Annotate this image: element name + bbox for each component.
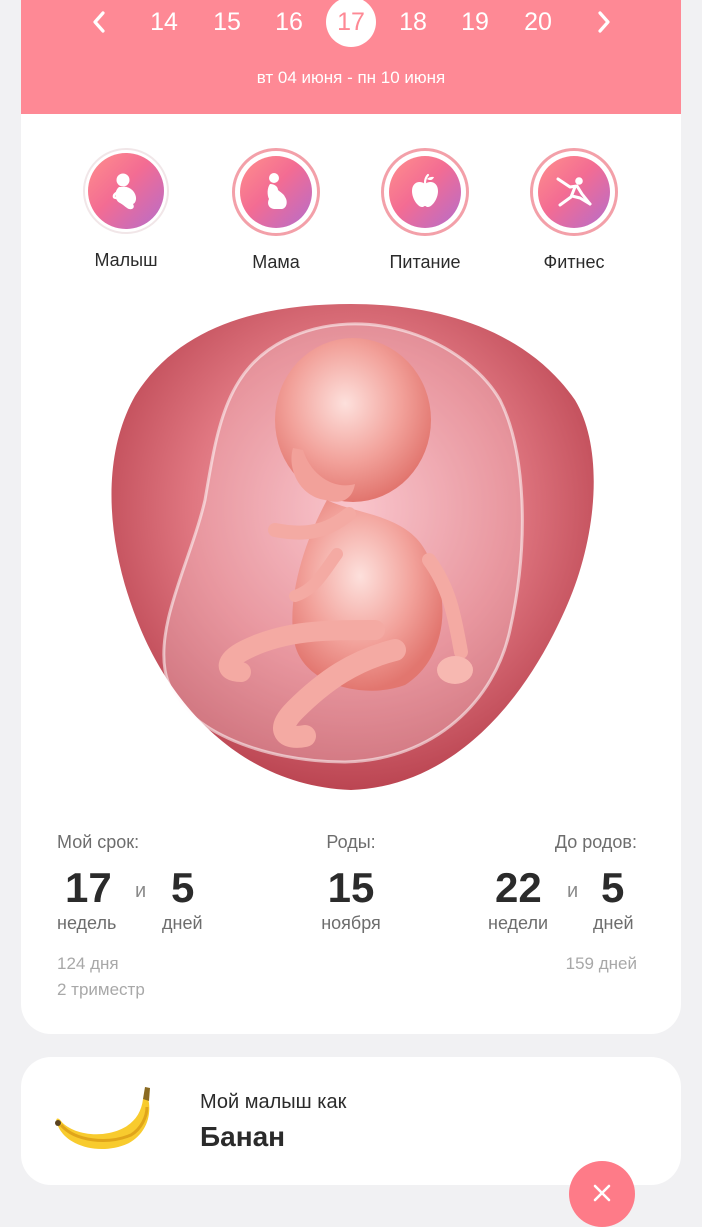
remaining-weeks-unit: недели bbox=[488, 913, 549, 933]
remaining-caption: До родов: bbox=[554, 832, 637, 852]
remaining-days-value: 5 bbox=[601, 864, 625, 911]
remaining-total-days: 159 дней bbox=[565, 954, 637, 973]
fetus-illustration bbox=[111, 304, 594, 790]
week-18[interactable]: 18 bbox=[388, 0, 438, 45]
next-week-button[interactable] bbox=[586, 2, 622, 42]
close-button[interactable] bbox=[569, 1161, 635, 1227]
chevron-right-icon bbox=[598, 11, 610, 33]
due-caption: Роды: bbox=[326, 832, 376, 852]
category-baby[interactable]: Малыш bbox=[61, 148, 191, 271]
prev-week-button[interactable] bbox=[81, 2, 117, 42]
pregnant-woman-icon bbox=[267, 173, 287, 209]
baby-size-caption: Мой малыш как bbox=[200, 1091, 347, 1113]
banana-image bbox=[55, 1087, 150, 1150]
week-selector: 14 15 16 17 18 19 20 bbox=[21, 0, 681, 47]
remaining-days-unit: дней bbox=[593, 913, 634, 933]
term-days-value: 5 bbox=[171, 864, 195, 911]
week-15[interactable]: 15 bbox=[202, 0, 252, 45]
remaining-connector: и bbox=[567, 880, 579, 902]
category-label: Фитнес bbox=[543, 252, 605, 272]
pregnancy-stats: Мой срок: 17 и 5 недель дней 124 дня 2 т… bbox=[21, 829, 681, 1009]
term-weeks-value: 17 bbox=[65, 864, 112, 911]
fitness-icon bbox=[556, 177, 592, 207]
week-16[interactable]: 16 bbox=[264, 0, 314, 45]
apple-icon bbox=[412, 173, 438, 207]
baby-size-card[interactable]: Мой малыш как Банан bbox=[21, 1057, 681, 1185]
week-19[interactable]: 19 bbox=[450, 0, 500, 45]
chevron-left-icon bbox=[93, 11, 105, 33]
category-mom[interactable]: Мама bbox=[211, 148, 341, 273]
term-total-days: 124 дня bbox=[57, 954, 119, 973]
due-month: ноября bbox=[321, 913, 381, 933]
category-label: Малыш bbox=[94, 250, 158, 270]
baby-size-fruit: Банан bbox=[200, 1121, 286, 1152]
baby-icon bbox=[112, 173, 137, 210]
term-days-unit: дней bbox=[162, 913, 203, 933]
term-connector: и bbox=[135, 880, 147, 902]
due-day-value: 15 bbox=[327, 864, 375, 911]
close-icon bbox=[593, 1184, 611, 1202]
week-header: 14 15 16 17 18 19 20 вт 04 июня - пн 10 … bbox=[21, 0, 681, 114]
category-label: Мама bbox=[252, 252, 300, 272]
week-14[interactable]: 14 bbox=[139, 0, 189, 45]
week-17-selected[interactable]: 17 bbox=[326, 0, 376, 47]
category-label: Питание bbox=[389, 252, 461, 272]
pregnancy-week-card: Малыш Мама Питание Фитнес Мой срок: 17 и… bbox=[21, 114, 681, 1034]
category-fitness[interactable]: Фитнес bbox=[509, 148, 639, 273]
week-20[interactable]: 20 bbox=[513, 0, 563, 45]
term-caption: Мой срок: bbox=[57, 832, 140, 852]
term-weeks-unit: недель bbox=[57, 913, 117, 933]
trimester-label: 2 триместр bbox=[57, 980, 145, 999]
week-date-range: вт 04 июня - пн 10 июня bbox=[256, 68, 446, 87]
category-nutrition[interactable]: Питание bbox=[360, 148, 490, 273]
remaining-weeks-value: 22 bbox=[495, 864, 542, 911]
